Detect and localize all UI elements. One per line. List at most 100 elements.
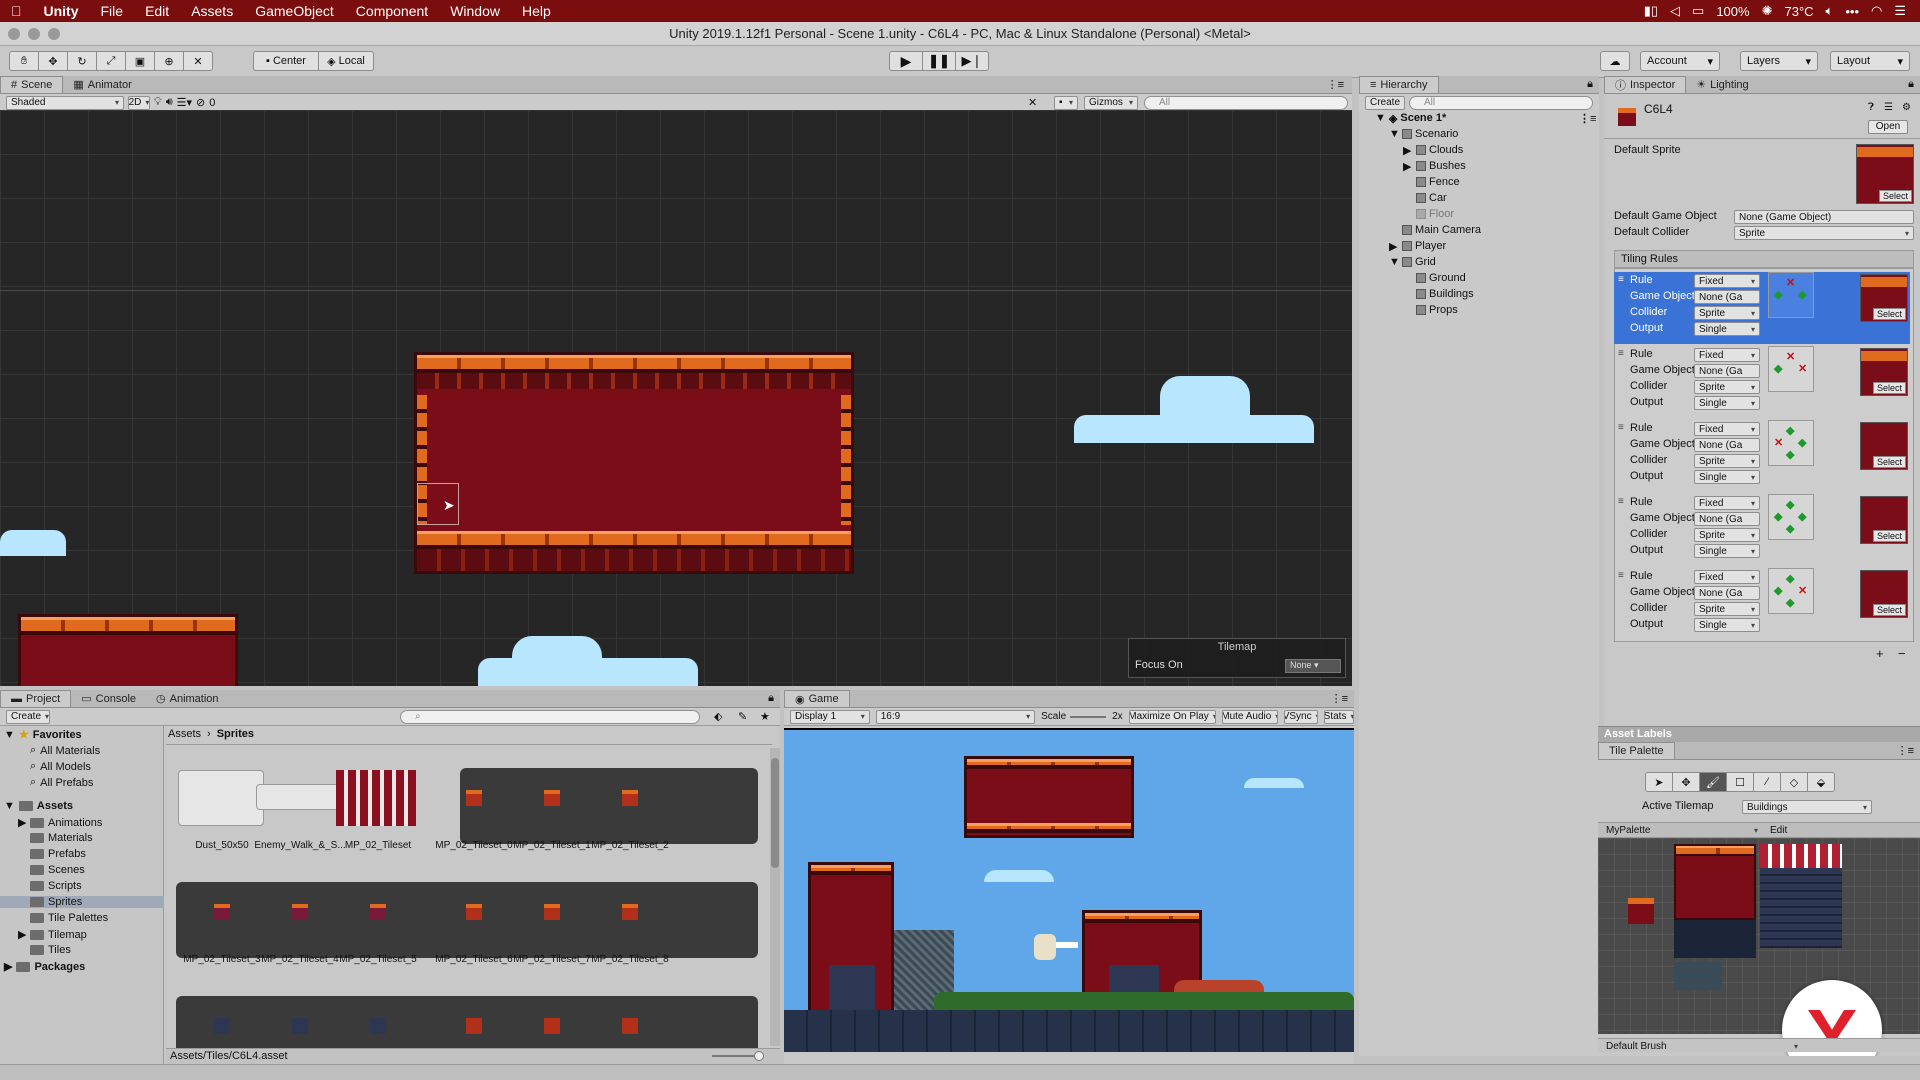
neighbor-arrow-icon[interactable]: ◆ xyxy=(1798,510,1806,523)
pause-button[interactable]: ❚❚ xyxy=(922,51,956,71)
hierarchy-create-dropdown[interactable]: Create xyxy=(1365,95,1405,110)
vsync-toggle[interactable]: VSync xyxy=(1284,709,1319,724)
favorite-all-prefabs[interactable]: ⌕ All Prefabs xyxy=(30,776,93,789)
rule-select-button[interactable]: Select xyxy=(1872,604,1906,616)
folder-materials[interactable]: Materials xyxy=(18,832,93,844)
game-viewport[interactable] xyxy=(784,730,1354,1052)
rule-sprite-thumbnail[interactable]: Select xyxy=(1860,422,1908,470)
filter-type-icon[interactable]: ⬖ xyxy=(714,710,722,723)
rule-collider-field[interactable]: Sprite xyxy=(1694,306,1760,320)
hierarchy-item-clouds[interactable]: ▶ Clouds xyxy=(1403,142,1463,158)
sprite-asset[interactable]: MP_02_Tileset xyxy=(332,764,424,851)
expand-arrow-icon[interactable]: ▼ xyxy=(4,729,15,741)
favorite-all-models[interactable]: ⌕ All Models xyxy=(30,760,91,773)
scale-slider[interactable] xyxy=(1070,716,1106,718)
sprite-asset[interactable]: MP_02_Tileset_8 xyxy=(584,878,676,965)
rule-select-button[interactable]: Select xyxy=(1872,530,1906,542)
gizmos-dropdown[interactable]: Gizmos xyxy=(1084,95,1138,110)
rule-rule-field[interactable]: Fixed xyxy=(1694,496,1760,510)
drag-handle-icon[interactable]: ≡ xyxy=(1618,496,1624,507)
collapse-arrow-icon[interactable]: ▶ xyxy=(18,928,26,941)
menu-file[interactable]: File xyxy=(90,3,135,19)
scale-tool-button[interactable]: ⤢ xyxy=(96,51,126,71)
rule-rule-field[interactable]: Fixed xyxy=(1694,274,1760,288)
default-game-object-field[interactable]: None (Game Object) xyxy=(1734,210,1914,224)
hierarchy-item-bushes[interactable]: ▶ Bushes xyxy=(1403,158,1466,174)
menu-gameobject[interactable]: GameObject xyxy=(244,3,345,19)
collapse-arrow-icon[interactable]: ▶ xyxy=(18,816,26,829)
lock-icon[interactable]: 🔒︎ xyxy=(1908,78,1914,91)
neighbor-arrow-icon[interactable]: ◆ xyxy=(1774,510,1782,523)
scrollbar-thumb[interactable] xyxy=(771,758,779,868)
collab-cloud-button[interactable]: ☁ xyxy=(1600,51,1630,71)
hierarchy-search-input[interactable]: All xyxy=(1409,95,1593,110)
menu-window[interactable]: Window xyxy=(439,3,511,19)
folder-animations[interactable]: ▶ Animations xyxy=(18,816,102,830)
mute-audio-toggle[interactable]: Mute Audio xyxy=(1222,709,1279,724)
drag-handle-icon[interactable]: ≡ xyxy=(1618,570,1624,581)
open-button[interactable]: Open xyxy=(1868,120,1908,134)
scene-menu-icon[interactable]: ⋮≡ xyxy=(1579,112,1596,125)
palette-dropdown[interactable]: MyPalette xyxy=(1602,823,1762,837)
custom-tool-button[interactable]: ✕ xyxy=(183,51,213,71)
tab-animator[interactable]: ▦ Animator xyxy=(63,76,141,93)
menu-component[interactable]: Component xyxy=(345,3,439,19)
neighbor-arrow-icon[interactable]: ◆ xyxy=(1774,584,1782,597)
select-tool-button[interactable]: ➤ xyxy=(1645,772,1673,792)
breadcrumb-assets[interactable]: Assets xyxy=(168,728,201,740)
expand-arrow-icon[interactable]: ▼ xyxy=(4,800,15,812)
rect-tool-button[interactable]: ▣ xyxy=(125,51,155,71)
wifi-icon[interactable]: ◠ xyxy=(1871,3,1882,19)
rule-go-field[interactable]: None (Ga xyxy=(1694,512,1760,526)
volume-icon[interactable]: 🔈︎ xyxy=(1826,3,1834,19)
rule-rule-field[interactable]: Fixed xyxy=(1694,570,1760,584)
hierarchy-item-buildings[interactable]: Buildings xyxy=(1403,286,1474,302)
rotate-tool-button[interactable]: ↻ xyxy=(67,51,97,71)
move-tool-button[interactable]: ✥ xyxy=(38,51,68,71)
display-dropdown[interactable]: Display 1 xyxy=(790,709,870,724)
favorites-header[interactable]: ▼ ★ Favorites xyxy=(4,728,82,742)
neighbor-arrow-icon[interactable]: ◆ xyxy=(1786,498,1794,511)
palette-tile-shutter[interactable] xyxy=(1760,868,1842,948)
tools-icon[interactable]: ✕ xyxy=(1028,96,1037,109)
menu-list-icon[interactable]: ☰ xyxy=(1894,3,1906,19)
folder-prefabs[interactable]: Prefabs xyxy=(18,848,86,860)
palette-tile-building[interactable] xyxy=(1674,844,1756,920)
rule-output-field[interactable]: Single xyxy=(1694,618,1760,632)
add-rule-button[interactable]: + xyxy=(1876,646,1884,661)
rule-select-button[interactable]: Select xyxy=(1872,382,1906,394)
drag-handle-icon[interactable]: ≡ xyxy=(1618,348,1624,359)
tile-sprite-thumb[interactable] xyxy=(466,1018,482,1034)
drag-handle-icon[interactable]: ≡ xyxy=(1618,422,1624,433)
palette-tile-small[interactable] xyxy=(1628,898,1654,924)
move-tile-tool-button[interactable]: ✥ xyxy=(1672,772,1700,792)
neighbor-arrow-icon[interactable]: ◆ xyxy=(1786,424,1794,437)
eraser-tool-button[interactable]: ◇ xyxy=(1780,772,1808,792)
rule-collider-field[interactable]: Sprite xyxy=(1694,454,1760,468)
breadcrumb-sprites[interactable]: Sprites xyxy=(217,728,254,740)
icon-size-slider-handle[interactable] xyxy=(754,1051,764,1061)
collapse-arrow-icon[interactable]: ▶ xyxy=(1403,144,1413,157)
assets-root[interactable]: ▼ Assets xyxy=(4,800,73,812)
tile-sprite-thumb[interactable] xyxy=(292,1018,308,1034)
not-neighbor-x-icon[interactable]: ✕ xyxy=(1798,584,1807,597)
account-dropdown[interactable]: Account ▾ xyxy=(1640,51,1720,71)
battery-icon[interactable]: ▭ xyxy=(1692,3,1704,19)
help-icon[interactable]: ❓︎ xyxy=(1868,102,1874,113)
play-button[interactable]: ▶ xyxy=(889,51,923,71)
favorite-star-icon[interactable]: ★ xyxy=(760,710,770,723)
rule-select-button[interactable]: Select xyxy=(1872,456,1906,468)
rule-sprite-thumbnail[interactable]: Select xyxy=(1860,348,1908,396)
palette-edit-button[interactable]: Edit xyxy=(1766,823,1794,837)
rule-collider-field[interactable]: Sprite xyxy=(1694,380,1760,394)
packages-root[interactable]: ▶ Packages xyxy=(4,960,85,974)
brush-dropdown[interactable]: Default Brush xyxy=(1602,1039,1802,1053)
panel-menu-icon[interactable]: ⋮≡ xyxy=(1331,692,1348,705)
neighbor-arrow-icon[interactable]: ◆ xyxy=(1786,448,1794,461)
pivot-center-button[interactable]: ▪ Center xyxy=(253,51,319,71)
rule-output-field[interactable]: Single xyxy=(1694,470,1760,484)
tab-scene[interactable]: # Scene xyxy=(0,76,64,93)
collapse-arrow-icon[interactable]: ▶ xyxy=(1403,160,1413,173)
not-neighbor-x-icon[interactable]: ✕ xyxy=(1786,276,1795,289)
audio-toggle-icon[interactable]: 🔊︎ xyxy=(166,96,173,109)
